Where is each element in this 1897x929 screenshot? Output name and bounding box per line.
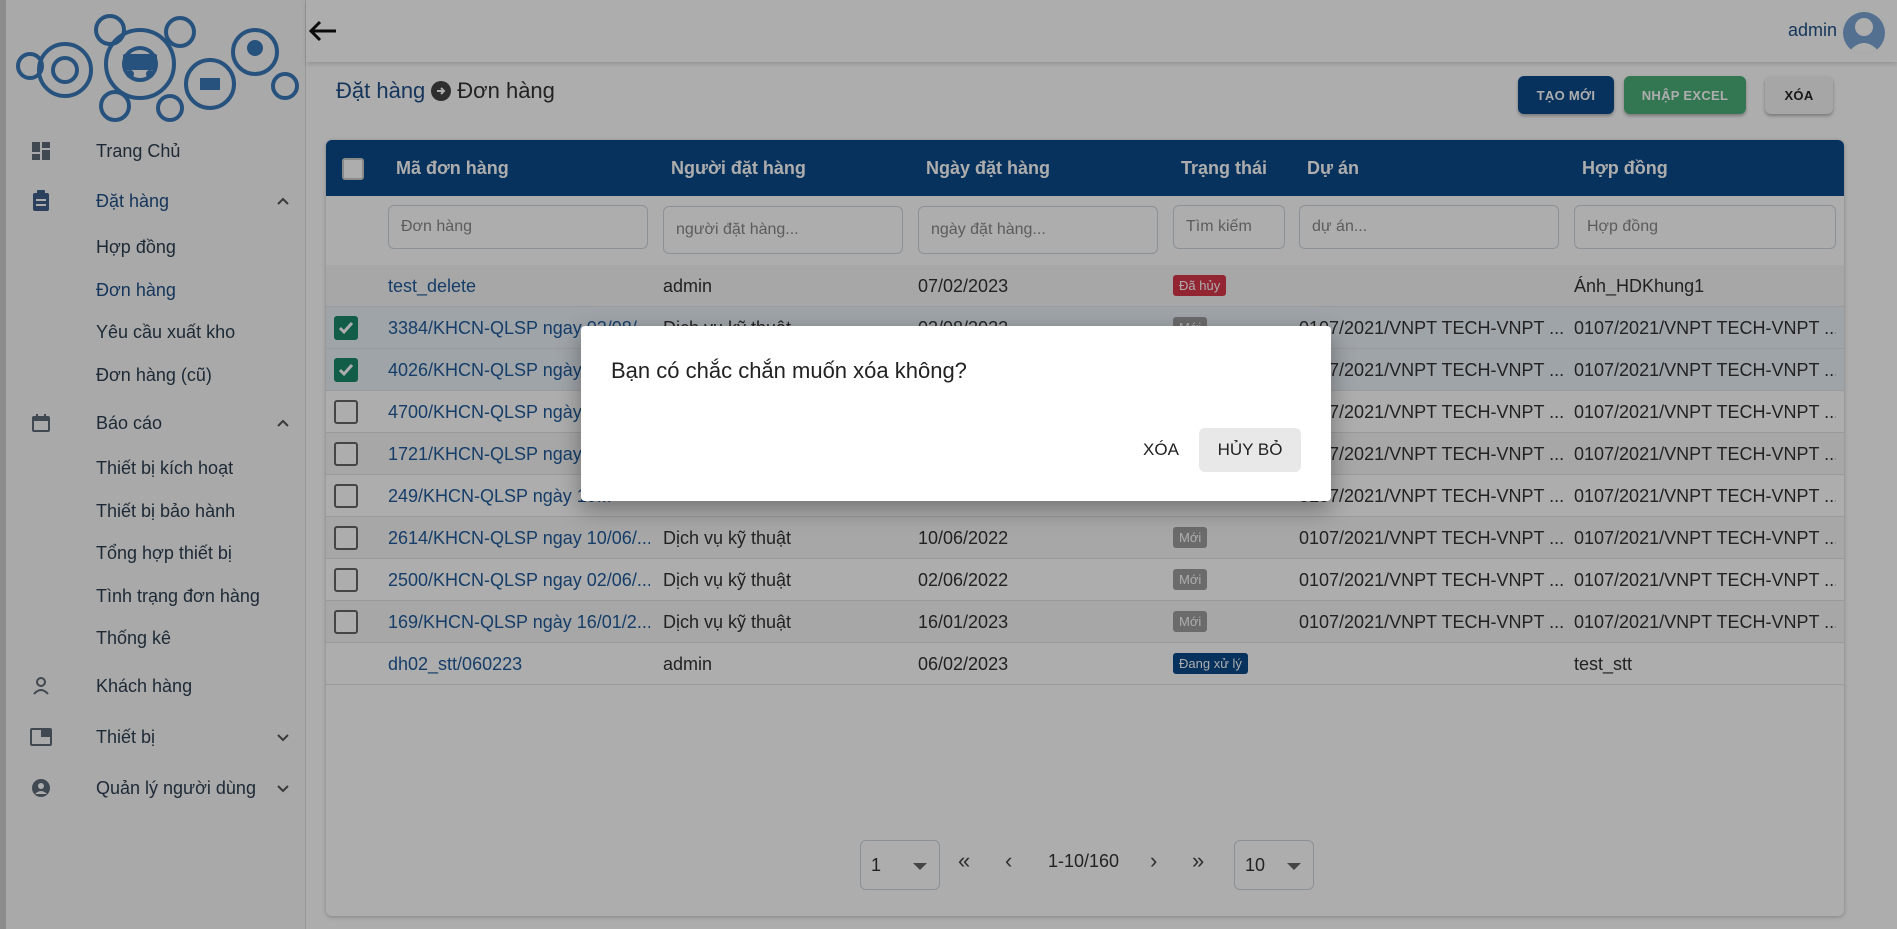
dialog-message: Bạn có chắc chắn muốn xóa không?: [611, 358, 967, 383]
dialog-cancel-button[interactable]: HỦY BỎ: [1199, 428, 1301, 472]
dialog-confirm-delete-button[interactable]: XÓA: [1126, 428, 1196, 472]
confirm-delete-dialog: Bạn có chắc chắn muốn xóa không? XÓA HỦY…: [581, 326, 1331, 501]
